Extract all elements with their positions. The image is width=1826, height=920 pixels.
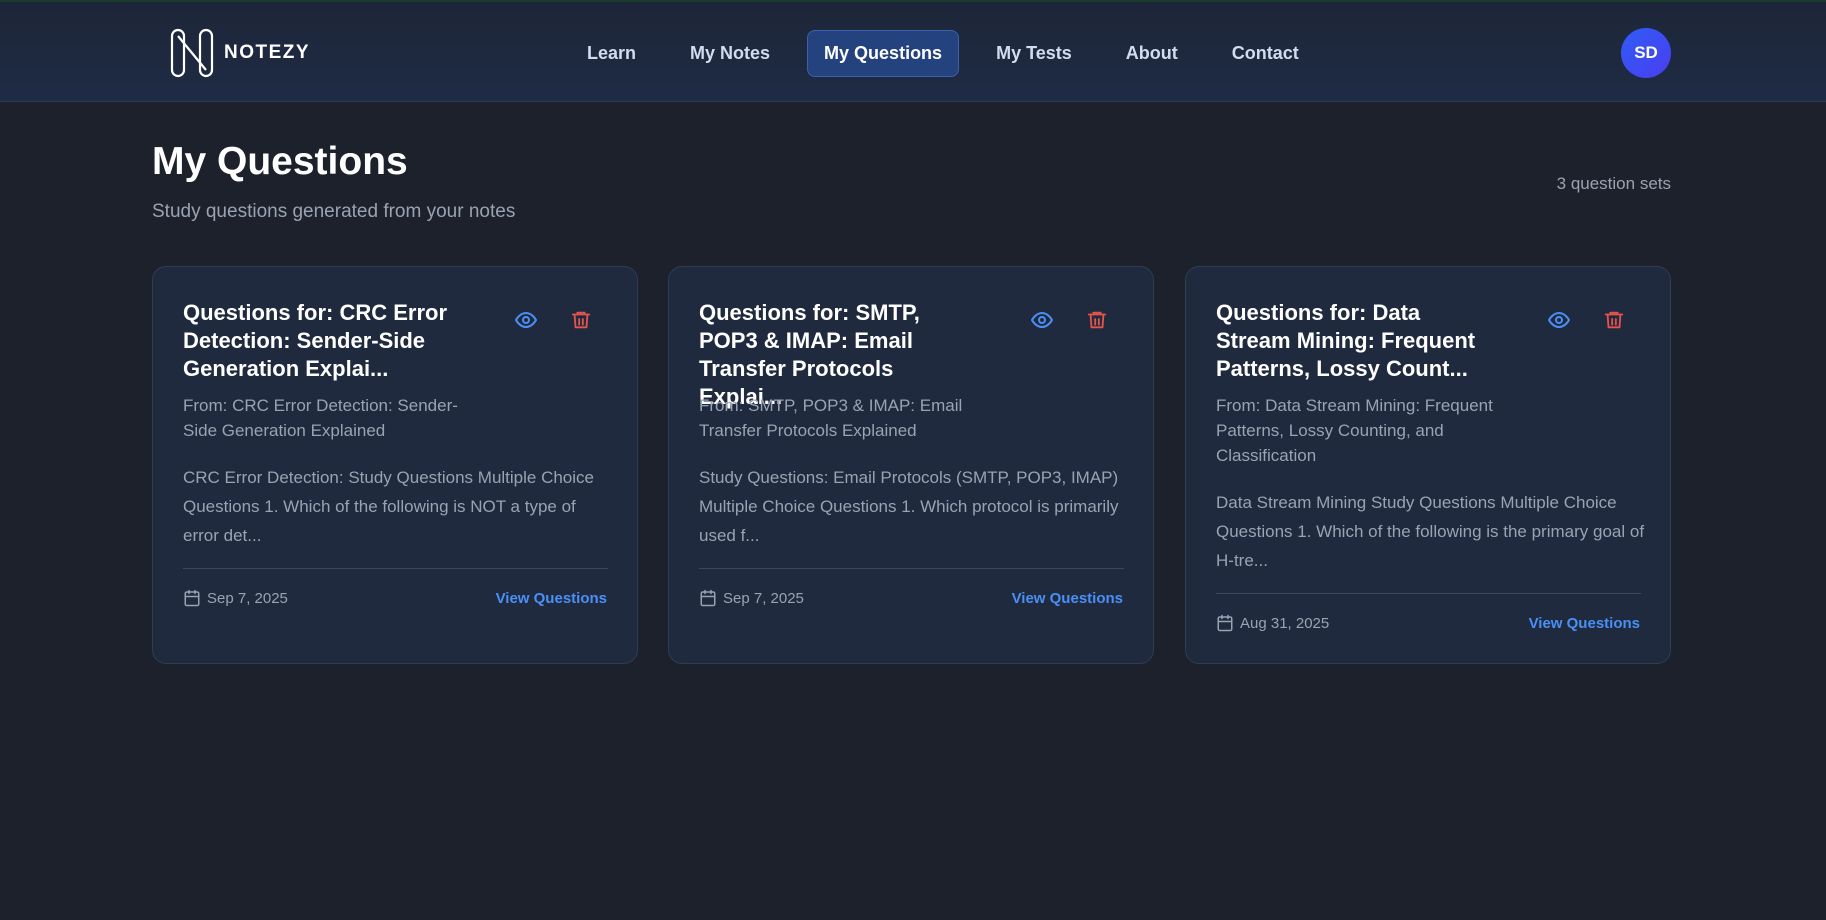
card-divider (699, 568, 1124, 569)
page-subtitle: Study questions generated from your note… (152, 201, 516, 222)
nav-my-questions[interactable]: My Questions (807, 30, 960, 77)
card-excerpt: CRC Error Detection: Study Questions Mul… (183, 468, 594, 545)
view-button[interactable] (1027, 305, 1057, 335)
card-date-text: Aug 31, 2025 (1240, 614, 1330, 632)
notezy-logo-icon (170, 28, 214, 78)
question-set-card: Questions for: Data Stream Mining: Frequ… (1185, 266, 1671, 664)
app-logo[interactable]: NOTEZY (170, 28, 310, 78)
app-name: NOTEZY (224, 42, 311, 63)
delete-button[interactable] (1082, 305, 1112, 335)
page-title: My Questions (152, 140, 408, 183)
card-date: Sep 7, 2025 (183, 589, 288, 607)
calendar-icon (700, 589, 716, 607)
view-button[interactable] (1544, 305, 1574, 335)
delete-button[interactable] (566, 305, 596, 335)
calendar-icon (1217, 614, 1233, 632)
view-questions-link[interactable]: View Questions (1012, 590, 1123, 607)
question-set-card: Questions for: SMTP, POP3 & IMAP: Email … (668, 266, 1154, 664)
card-source: From: CRC Error Detection: Sender-Side G… (183, 396, 458, 440)
nav-my-notes[interactable]: My Notes (673, 30, 787, 77)
view-button[interactable] (511, 305, 541, 335)
question-set-card: Questions for: CRC Error Detection: Send… (152, 266, 638, 664)
calendar-icon (184, 589, 200, 607)
card-source: From: Data Stream Mining: Frequent Patte… (1216, 396, 1493, 465)
card-date-text: Sep 7, 2025 (207, 589, 288, 607)
nav-about[interactable]: About (1109, 30, 1195, 77)
eye-icon (515, 312, 537, 328)
user-avatar[interactable]: SD (1621, 28, 1671, 78)
view-questions-link[interactable]: View Questions (496, 590, 607, 607)
card-source: From: SMTP, POP3 & IMAP: Email Transfer … (699, 396, 963, 440)
trash-icon (1087, 311, 1107, 329)
card-date: Sep 7, 2025 (699, 589, 804, 607)
main-navigation: Learn My Notes My Questions My Tests Abo… (570, 30, 1316, 77)
eye-icon (1031, 312, 1053, 328)
view-questions-link[interactable]: View Questions (1529, 615, 1640, 632)
card-actions (511, 305, 596, 335)
card-excerpt: Data Stream Mining Study Questions Multi… (1216, 493, 1645, 570)
nav-learn[interactable]: Learn (570, 30, 653, 77)
question-set-count: 3 question sets (1556, 174, 1671, 193)
eye-icon (1548, 312, 1570, 328)
trash-icon (1604, 311, 1624, 329)
nav-contact[interactable]: Contact (1215, 30, 1316, 77)
card-date: Aug 31, 2025 (1216, 614, 1329, 632)
card-title: Questions for: CRC Error Detection: Send… (183, 300, 448, 381)
card-date-text: Sep 7, 2025 (723, 589, 804, 607)
card-actions (1544, 305, 1629, 335)
card-divider (183, 568, 608, 569)
card-actions (1027, 305, 1112, 335)
card-title: Questions for: Data Stream Mining: Frequ… (1216, 300, 1476, 381)
card-excerpt: Study Questions: Email Protocols (SMTP, … (699, 468, 1119, 545)
top-navbar: NOTEZY Learn My Notes My Questions My Te… (0, 0, 1826, 102)
card-divider (1216, 593, 1641, 594)
trash-icon (571, 311, 591, 329)
nav-my-tests[interactable]: My Tests (979, 30, 1089, 77)
delete-button[interactable] (1599, 305, 1629, 335)
